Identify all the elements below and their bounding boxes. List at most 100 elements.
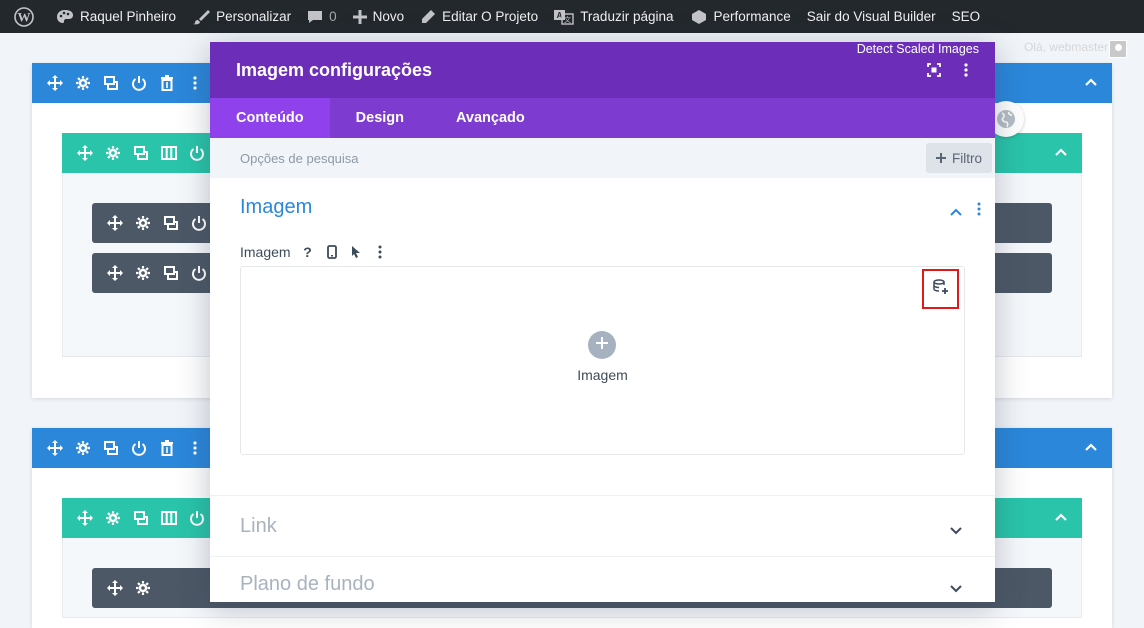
svg-text:W: W [18, 9, 31, 24]
power-icon[interactable] [188, 144, 206, 162]
power-icon[interactable] [130, 439, 148, 457]
hover-cursor-icon[interactable] [345, 241, 367, 263]
more-icon[interactable] [186, 74, 204, 92]
help-icon[interactable]: ? [297, 241, 319, 263]
tab-advanced[interactable]: Avançado [430, 98, 551, 138]
filter-label: Filtro [952, 150, 982, 166]
wp-admin-bar: W Raquel Pinheiro Personalizar 0 Novo Ed… [0, 0, 1144, 33]
modal-title: Imagem configurações [236, 60, 433, 80]
chevron-up-icon[interactable] [1054, 145, 1068, 164]
modal-header: Detect Scaled Images Imagem configuraçõe… [210, 42, 995, 98]
chevron-down-icon[interactable] [949, 523, 963, 541]
gear-icon[interactable] [134, 214, 152, 232]
admin-bar-performance[interactable]: Performance [682, 0, 799, 33]
chevron-up-icon[interactable] [1084, 440, 1098, 459]
add-image-button[interactable] [588, 331, 616, 359]
columns-icon[interactable] [160, 509, 178, 527]
admin-bar-exit-vb[interactable]: Sair do Visual Builder [799, 0, 944, 33]
upload-label: Imagem [577, 367, 628, 383]
seo-label: SEO [951, 9, 981, 24]
plus-icon [936, 151, 946, 166]
more-icon[interactable] [961, 63, 971, 82]
gear-icon[interactable] [134, 264, 152, 282]
admin-bar-customize[interactable]: Personalizar [184, 0, 299, 33]
tab-content[interactable]: Conteúdo [210, 98, 330, 138]
comment-icon [307, 9, 329, 25]
image-option-row: Imagem ? [240, 241, 391, 263]
move-icon[interactable] [106, 214, 124, 232]
tab-design[interactable]: Design [330, 98, 430, 138]
move-icon[interactable] [106, 579, 124, 597]
edit-label: Editar O Projeto [442, 9, 539, 24]
avatar[interactable] [1109, 40, 1127, 58]
performance-label: Performance [713, 9, 791, 24]
more-icon[interactable] [186, 439, 204, 457]
user-name: Raquel Pinheiro [80, 9, 177, 24]
translate-icon: A文 [554, 9, 580, 25]
detect-scaled-images[interactable]: Detect Scaled Images [857, 42, 979, 56]
help-glyph: ? [303, 244, 312, 260]
module-settings-modal: Detect Scaled Images Imagem configuraçõe… [210, 42, 995, 602]
move-icon[interactable] [106, 264, 124, 282]
admin-bar-translate[interactable]: A文 Traduzir página [546, 0, 681, 33]
duplicate-icon[interactable] [132, 144, 150, 162]
more-icon[interactable] [369, 241, 391, 263]
section-more-icon[interactable] [975, 202, 983, 221]
gear-icon[interactable] [134, 579, 152, 597]
section-title-background[interactable]: Plano de fundo [240, 573, 375, 596]
pencil-icon [420, 9, 442, 25]
gear-icon[interactable] [104, 144, 122, 162]
chevron-up-icon[interactable] [1054, 510, 1068, 529]
dynamic-content-icon [932, 278, 950, 301]
move-icon[interactable] [46, 74, 64, 92]
divider [210, 556, 995, 557]
account-greeting[interactable]: Olá, webmaster [1024, 40, 1108, 54]
gear-icon[interactable] [74, 439, 92, 457]
options-search: Opções de pesquisa Filtro [210, 138, 995, 178]
brush-icon [192, 9, 216, 25]
modal-tabs: Conteúdo Design Avançado [210, 98, 995, 138]
power-icon[interactable] [130, 74, 148, 92]
move-icon[interactable] [46, 439, 64, 457]
gear-icon[interactable] [74, 74, 92, 92]
gear-icon[interactable] [104, 509, 122, 527]
duplicate-icon[interactable] [162, 214, 180, 232]
comments-count: 0 [329, 9, 337, 24]
admin-bar-new[interactable]: Novo [345, 0, 413, 33]
chevron-up-icon[interactable] [949, 204, 963, 222]
divider [210, 495, 995, 496]
performance-icon [690, 9, 714, 25]
admin-bar-edit[interactable]: Editar O Projeto [412, 0, 546, 33]
mobile-icon[interactable] [321, 241, 343, 263]
trash-icon[interactable] [158, 74, 176, 92]
option-label: Imagem [240, 244, 291, 260]
translate-label: Traduzir página [580, 9, 674, 24]
section-title-link[interactable]: Link [240, 515, 277, 538]
search-input[interactable]: Opções de pesquisa [240, 151, 359, 166]
power-icon[interactable] [190, 214, 208, 232]
move-icon[interactable] [76, 509, 94, 527]
admin-bar-user[interactable]: Raquel Pinheiro [48, 0, 184, 33]
svg-text:文: 文 [564, 15, 571, 24]
duplicate-icon[interactable] [162, 264, 180, 282]
filter-button[interactable]: Filtro [926, 143, 992, 173]
section-title-image[interactable]: Imagem [240, 196, 312, 219]
admin-bar-seo[interactable]: SEO [944, 0, 989, 33]
admin-bar-comments[interactable]: 0 [299, 0, 345, 33]
new-label: Novo [372, 9, 405, 24]
image-upload-area[interactable]: Imagem [240, 266, 965, 455]
power-icon[interactable] [190, 264, 208, 282]
globe-icon [996, 109, 1016, 134]
duplicate-icon[interactable] [102, 439, 120, 457]
chevron-up-icon[interactable] [1084, 75, 1098, 94]
duplicate-icon[interactable] [102, 74, 120, 92]
trash-icon[interactable] [158, 439, 176, 457]
chevron-down-icon[interactable] [949, 581, 963, 599]
power-icon[interactable] [188, 509, 206, 527]
fullscreen-icon[interactable] [927, 63, 941, 82]
move-icon[interactable] [76, 144, 94, 162]
duplicate-icon[interactable] [132, 509, 150, 527]
dynamic-content-button[interactable] [922, 269, 959, 309]
wordpress-logo[interactable]: W [6, 0, 48, 33]
columns-icon[interactable] [160, 144, 178, 162]
